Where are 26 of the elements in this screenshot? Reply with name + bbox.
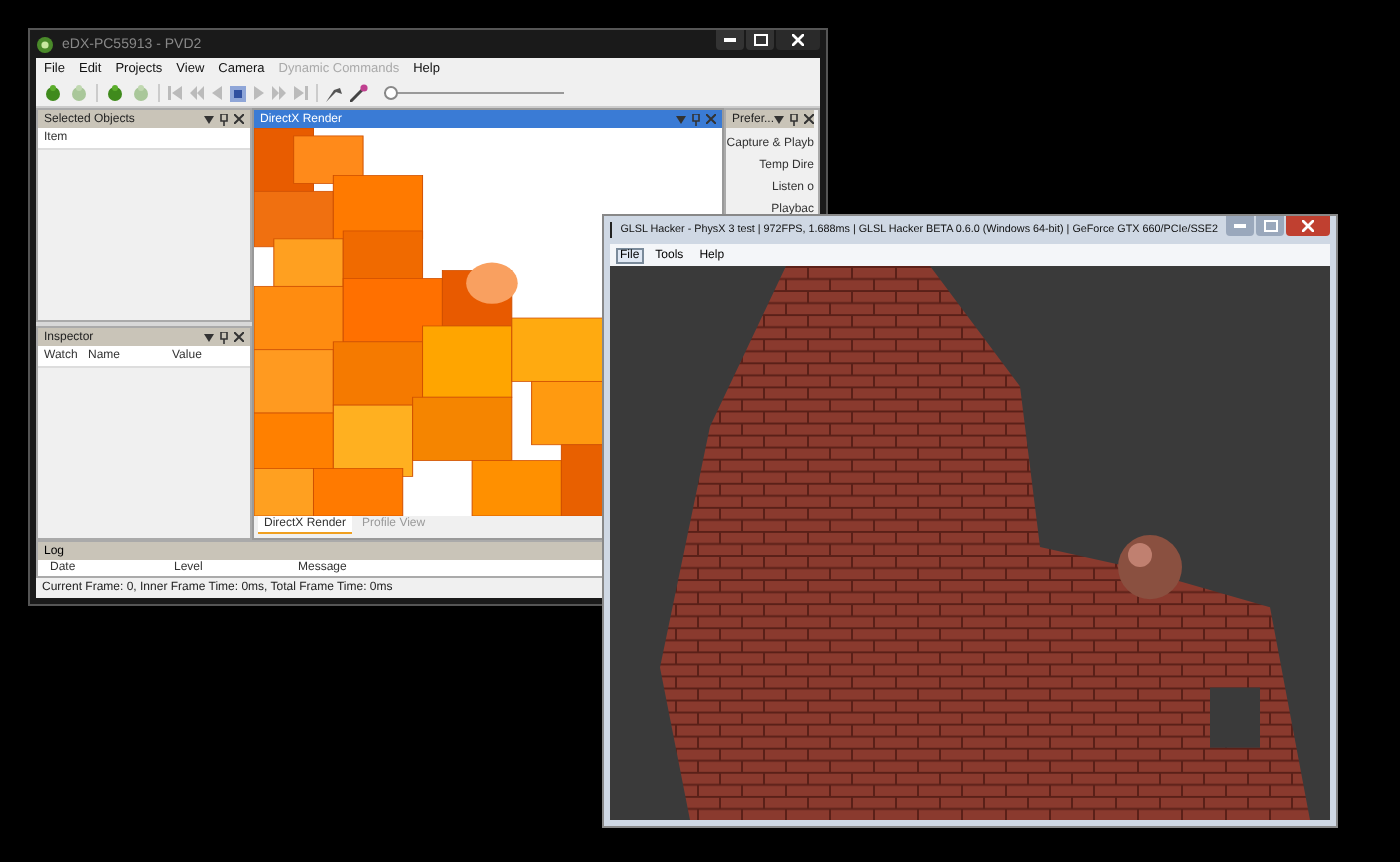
dropdown-icon[interactable] xyxy=(774,115,785,123)
pin-icon[interactable] xyxy=(790,113,799,125)
close-icon xyxy=(1302,220,1314,232)
minimize-button[interactable] xyxy=(716,30,744,50)
dropdown-icon[interactable] xyxy=(204,333,214,341)
pin-icon[interactable] xyxy=(692,113,700,125)
close-icon xyxy=(792,34,804,46)
dropdown-icon[interactable] xyxy=(204,115,214,123)
maximize-icon xyxy=(753,34,767,46)
pin-icon[interactable] xyxy=(220,113,228,125)
maximize-button[interactable] xyxy=(746,30,774,50)
pin-icon[interactable] xyxy=(220,331,228,343)
bug-icon[interactable] xyxy=(106,84,124,103)
minimize-icon xyxy=(724,38,736,42)
dropdown-icon[interactable] xyxy=(676,115,686,123)
minimize-icon xyxy=(1234,224,1246,228)
maximize-icon xyxy=(1263,220,1277,232)
bug-icon[interactable] xyxy=(44,84,62,103)
close-icon[interactable] xyxy=(234,114,244,124)
tool-icon[interactable] xyxy=(326,85,342,102)
close-icon[interactable] xyxy=(234,332,244,342)
close-button[interactable] xyxy=(776,30,820,50)
close-icon[interactable] xyxy=(804,114,815,124)
timeline-slider[interactable] xyxy=(384,85,564,102)
stop-icon[interactable] xyxy=(230,85,246,102)
wand-icon[interactable] xyxy=(350,84,368,103)
